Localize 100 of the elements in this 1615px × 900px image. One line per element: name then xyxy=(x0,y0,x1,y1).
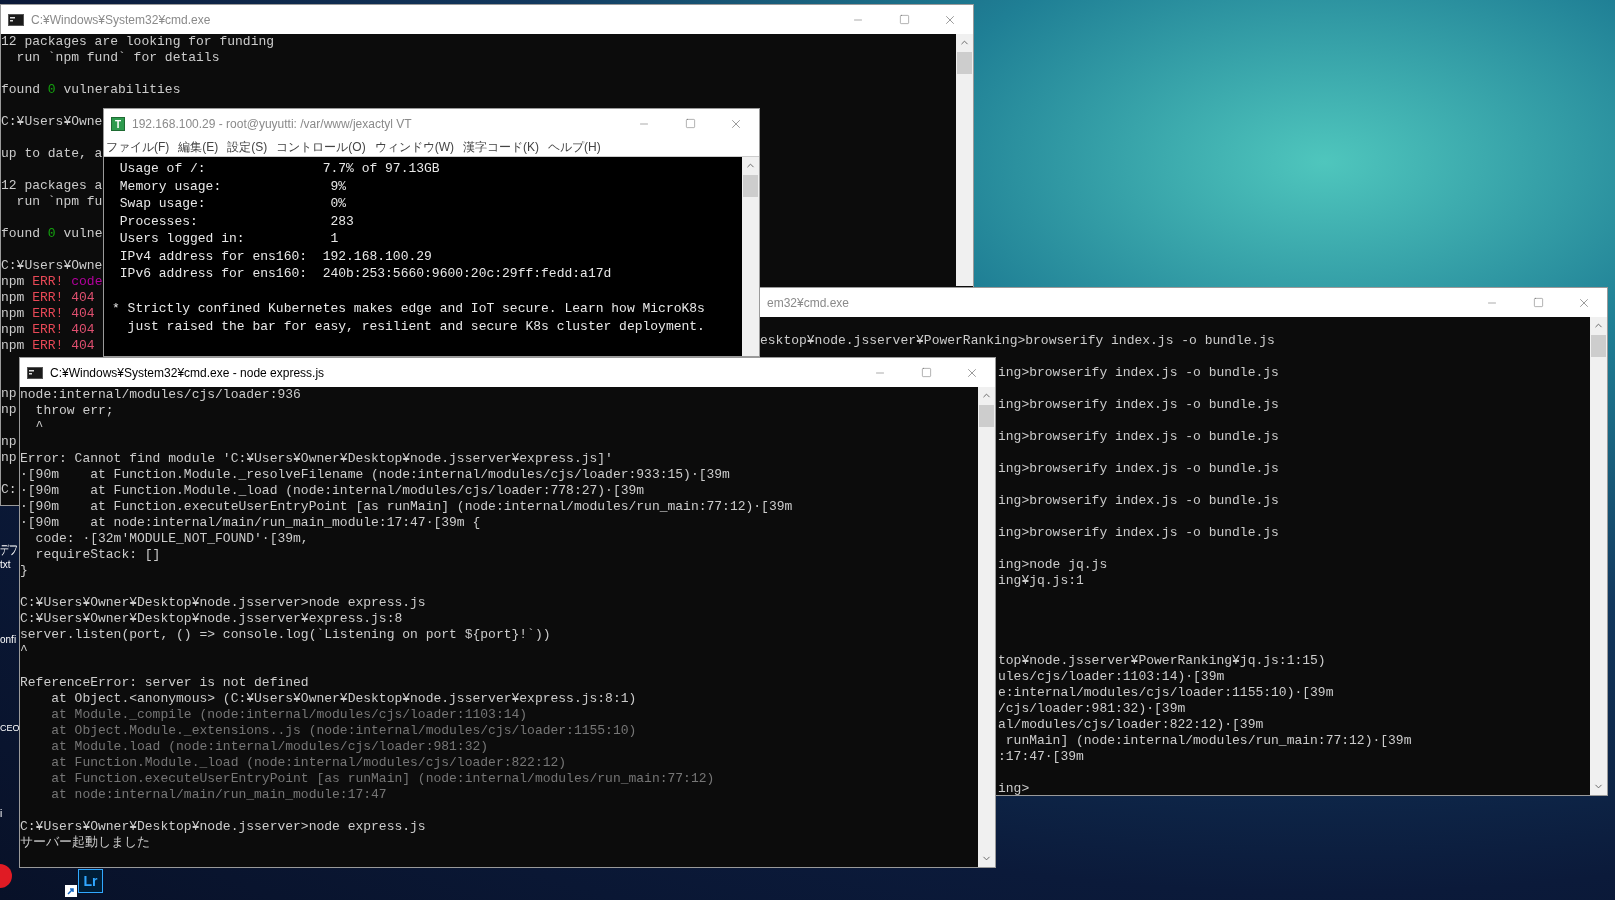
terminal-line: np xyxy=(1,450,17,466)
terminal-line: esktop¥node.jsserver¥PowerRanking>browserify index.js -o bundle.js xyxy=(760,333,1275,349)
terminal-line: C:¥Users¥Owner¥Desktop¥node.jsserver¥express.js:8 xyxy=(20,611,403,627)
scroll-thumb[interactable] xyxy=(979,405,994,427)
terminal-line: C:¥Users¥Owne xyxy=(1,114,103,130)
terminal-line: :17:47·[39m xyxy=(998,749,1084,765)
terminal-line: Usage of /: 7.7% of 97.13GB xyxy=(118,160,440,178)
terminal-line: found 0 vulne xyxy=(1,226,103,242)
terminal-line: C:¥Users¥Owne xyxy=(1,258,103,274)
terminal-line: np xyxy=(1,402,17,418)
menu-item[interactable]: ファイル(F) xyxy=(106,138,170,156)
terminal-line: found 0 vulnerabilities xyxy=(1,82,181,98)
terminal-line: ^ xyxy=(34,419,44,435)
window-title: 192.168.100.29 - root@yuyutti: /var/www/jexactyl VT xyxy=(132,115,412,133)
menu-item[interactable]: 編集(E) xyxy=(178,138,219,156)
terminal-line: np xyxy=(1,386,17,402)
terminal-line: npm ERR! code xyxy=(1,274,103,290)
maximize-icon xyxy=(684,118,696,129)
terminal-line: ·[90m at Function.Module._resolveFilename (node:internal/modules/cjs/loader:933:15)·[39m xyxy=(20,467,730,483)
scrollbar[interactable] xyxy=(1590,317,1607,795)
shortcut-arrow-icon xyxy=(65,885,77,897)
terminal-line: code: ·[32m'MODULE_NOT_FOUND'·[39m, xyxy=(34,531,309,547)
terminal-line: Users logged in: 1 xyxy=(118,230,339,248)
desktop-icon-label[interactable]: CEO xyxy=(0,722,20,736)
terminal-line: at Object.Module._extensions..js (node:internal/modules/cjs/loader:1155:10) xyxy=(50,723,637,739)
terminal-line: at node:internal/main/run_main_module:17:47 xyxy=(50,787,387,803)
console-icon xyxy=(27,366,43,379)
scroll-thumb[interactable] xyxy=(743,175,758,197)
terminal-line: ing>browserify index.js -o bundle.js xyxy=(998,461,1279,477)
terminal-line: IPv4 address for ens160: 192.168.100.29 xyxy=(118,247,432,265)
terminal-line: npm ERR! 404 xyxy=(1,338,95,354)
terminal-line: サーバー起動しました xyxy=(20,835,150,851)
app-icon: T xyxy=(111,116,125,131)
terminal-line: at Function.Module._load (node:internal/modules/cjs/loader:822:12) xyxy=(50,755,567,771)
terminal-line: ing>browserify index.js -o bundle.js xyxy=(998,429,1279,445)
terminal-line: Processes: 283 xyxy=(118,212,354,230)
terminal-line: node:internal/modules/cjs/loader:936 xyxy=(20,387,301,403)
scrollbar[interactable] xyxy=(956,34,973,286)
desktop-icon-label[interactable]: txt xyxy=(0,557,11,572)
terminal-line: C:¥Users¥Owner¥Desktop¥node.jsserver>node express.js xyxy=(20,819,426,835)
terminal-line: ing>browserify index.js -o bundle.js xyxy=(998,525,1279,541)
terminal-line: 12 packages a xyxy=(1,178,103,194)
terminal-line: ules/cjs/loader:1103:14)·[39m xyxy=(998,669,1225,685)
terminal-line: IPv6 address for ens160: 240b:253:5660:9600:20c:29ff:fedd:a17d xyxy=(118,265,612,283)
terminal-line: just raised the bar for easy, resilient and secure K8s cluster deployment. xyxy=(126,317,705,335)
terminal-line: ·[90m at node:internal/main/run_main_module:17:47·[39m { xyxy=(20,515,481,531)
terminal-line: npm ERR! 404 xyxy=(1,306,95,322)
terminal-line: C: xyxy=(1,482,17,498)
terminal-line: e:internal/modules/cjs/loader:1155:10)·[39m xyxy=(998,685,1334,701)
terminal-line: server.listen(port, () => console.log(`Listening on port ${port}!`)) xyxy=(20,627,551,643)
terminal-line: } xyxy=(20,563,28,579)
terminal-line: throw err; xyxy=(34,403,114,419)
terminal-line: at Module._compile (node:internal/modules/cjs/loader:1103:14) xyxy=(50,707,528,723)
shortcut-label: Lr xyxy=(83,874,98,888)
desktop-icon-label[interactable]: i xyxy=(0,806,3,821)
terminal-line: at Function.executeUserEntryPoint [as runMain] (node:internal/modules/run_main:77:12) xyxy=(50,771,715,787)
terminal-line: ReferenceError: server is not defined xyxy=(20,675,309,691)
terminal-line: at Object.<anonymous> (C:¥Users¥Owner¥Desktop¥node.jsserver¥express.js:8:1) xyxy=(50,691,637,707)
terminal-line: run `npm fund` for details xyxy=(15,50,220,66)
terminal-line: ing¥jq.js:1 xyxy=(998,573,1084,589)
terminal-line: * Strictly confined Kubernetes makes edge and IoT secure. Learn how MicroK8s xyxy=(112,300,705,318)
terminal-line: /cjs/loader:981:32)·[39m xyxy=(998,701,1186,717)
scroll-thumb[interactable] xyxy=(1591,335,1606,357)
shortcut-tile[interactable]: Lr xyxy=(78,869,103,893)
terminal-line: run `npm fu xyxy=(15,194,103,210)
maximize-icon xyxy=(898,14,910,25)
terminal-line: ing> xyxy=(998,781,1030,795)
terminal-line: ^ xyxy=(20,643,28,659)
maximize-icon xyxy=(1532,297,1544,308)
scroll-thumb[interactable] xyxy=(957,52,972,74)
maximize-icon xyxy=(920,367,932,378)
console-icon xyxy=(8,13,24,26)
menu-item[interactable]: ヘルプ(H) xyxy=(548,138,601,156)
terminal-line: ing>browserify index.js -o bundle.js xyxy=(998,397,1279,413)
menu-item[interactable]: 設定(S) xyxy=(227,138,268,156)
menu-item[interactable]: ウィンドウ(W) xyxy=(374,138,454,156)
terminal-line: top¥node.jsserver¥PowerRanking¥jq.js:1:15) xyxy=(998,653,1326,669)
terminal-line: Error: Cannot find module 'C:¥Users¥Owner¥Desktop¥node.jsserver¥express.js]' xyxy=(20,451,613,467)
terminal-line: up to date, a xyxy=(1,146,103,162)
scrollbar[interactable] xyxy=(742,157,759,356)
menu-item[interactable]: 漢字コード(K) xyxy=(463,138,539,156)
desktop-icon-label[interactable]: デフ xyxy=(0,540,19,560)
menu-item[interactable]: コントロール(O) xyxy=(276,138,366,156)
terminal-line: C:¥Users¥Owner¥Desktop¥node.jsserver>node express.js xyxy=(20,595,426,611)
terminal-line: ·[90m at Function.executeUserEntryPoint [as runMain] (node:internal/modules/run_main:77:12)·[39m xyxy=(20,499,793,515)
window-title: em32¥cmd.exe xyxy=(767,294,850,312)
terminal-line: requireStack: [] xyxy=(34,547,161,563)
desktop-icon-label[interactable]: onfi xyxy=(0,632,17,647)
terminal-line: ing>browserify index.js -o bundle.js xyxy=(998,493,1279,509)
scrollbar[interactable] xyxy=(978,387,995,867)
terminal-line: np xyxy=(1,434,17,450)
terminal-line: ·[90m at Function.Module._load (node:internal/modules/cjs/loader:778:27)·[39m xyxy=(20,483,645,499)
window-title: C:¥Windows¥System32¥cmd.exe xyxy=(31,11,211,29)
terminal-line: 12 packages are looking for funding xyxy=(1,34,275,50)
terminal-line: runMain] (node:internal/modules/run_main:77:12)·[39m xyxy=(1004,733,1412,749)
terminal-line: al/modules/cjs/loader:822:12)·[39m xyxy=(998,717,1264,733)
terminal-line: ing>node jq.js xyxy=(998,557,1108,573)
terminal-line: Memory usage: 9% xyxy=(118,177,347,195)
terminal-line: npm ERR! 404 xyxy=(1,290,95,306)
window-title: C:¥Windows¥System32¥cmd.exe - node express.js xyxy=(50,364,325,382)
